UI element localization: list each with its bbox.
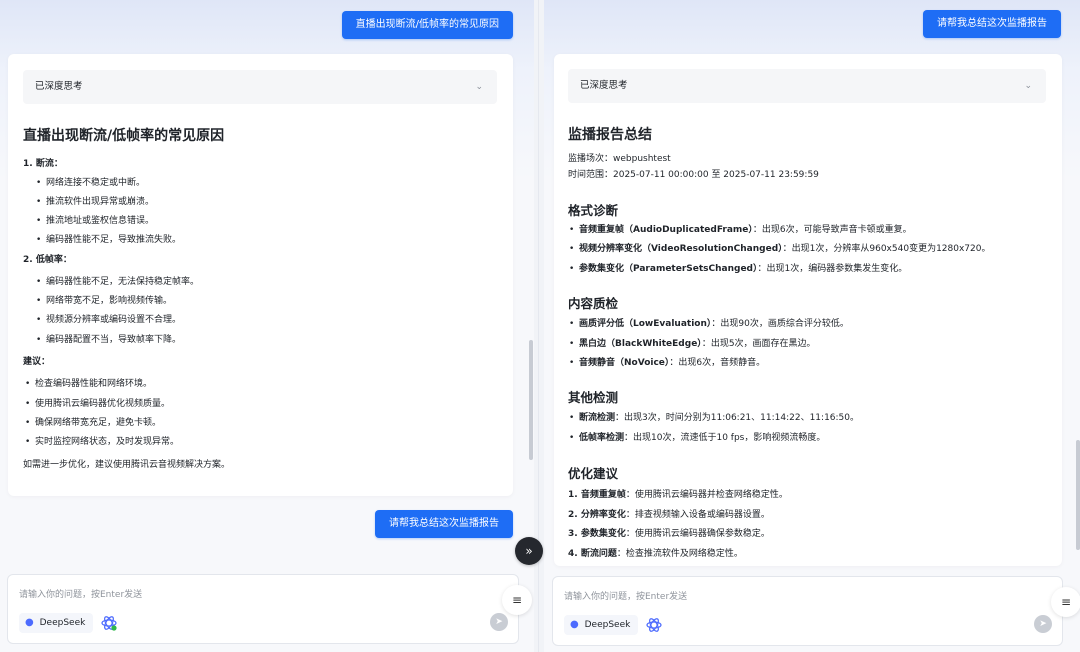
item-label: 画质评分低（LowEvaluation） [579,319,712,329]
item-text: ：出现3次，时间分别为11:06:21、11:14:22、11:16:50。 [615,413,860,423]
thinking-label: 已深度思考 [580,80,628,91]
item-text: ：出现6次，可能导致声音卡顿或重复。 [752,225,912,235]
chat-input-box[interactable]: 请输入你的问题，按Enter发送 ● DeepSeek ➤ [7,574,519,644]
meta-line: 时间范围：2025-07-11 00:00:00 至 2025-07-11 23… [568,170,819,180]
item-label: 1. 音频重复帧 [568,490,626,500]
item-label: 音频重复帧（AudioDuplicatedFrame） [579,225,753,235]
chat-input-box[interactable]: 请输入你的问题，按Enter发送 ● DeepSeek ➤ [552,576,1063,646]
chat-input-placeholder[interactable]: 请输入你的问题，按Enter发送 [19,587,142,600]
section-list-item: 4. 断流问题：检查推流软件及网络稳定性。 [568,548,743,560]
answer-list-item: 编码器性能不足，无法保持稳定帧率。 [36,276,199,288]
answer-list-item: 推流软件出现异常或崩溃。 [36,196,154,208]
answer-list-item: 网络带宽不足，影响视频传输。 [36,295,172,307]
item-label: 黑白边（BlackWhiteEdge） [579,339,702,349]
item-label: 2. 分辨率变化 [568,510,626,520]
deepseek-logo-icon: ● [25,617,34,628]
answer-list-item: 如需进一步优化，建议使用腾讯云音视频解决方案。 [23,460,231,470]
answer-list-item: 确保网络带宽充足，避免卡顿。 [25,417,161,429]
section-list-item: 音频静音（NoVoice）：出现6次，音频静音。 [569,357,766,369]
chevrons-down-icon[interactable]: » [515,537,543,565]
user-message-bubble[interactable]: 直播出现断流/低帧率的常见原因 [341,11,513,39]
model-selector[interactable]: ● DeepSeek [564,615,639,635]
section-list-item: 黑白边（BlackWhiteEdge）：出现5次，画面存在黑边。 [569,338,816,350]
next-user-message-bubble[interactable]: 请帮我总结这次监播报告 [375,510,513,538]
model-name: DeepSeek [39,618,86,628]
answer-list-item: 使用腾讯云编码器优化视频质量。 [25,398,170,410]
answer-card: 已深度思考 ⌄ 直播出现断流/低帧率的常见原因 1. 断流： 网络连接不稳定或中断… [8,54,513,496]
deepseek-logo-icon: ● [570,619,579,630]
menu-icon[interactable]: ≡ [502,585,532,615]
answer-title: 直播出现断流/低帧率的常见原因 [23,128,225,144]
item-text: ：出现1次，分辨率从960x540变更为1280x720。 [782,244,991,254]
item-label: 3. 参数集变化 [568,529,626,539]
user-message-bubble[interactable]: 请帮我总结这次监播报告 [923,10,1061,38]
section-list-item: 3. 参数集变化：使用腾讯云编码器确保参数稳定。 [568,528,770,540]
section-list-item: 音频重复帧（AudioDuplicatedFrame）：出现6次，可能导致声音卡… [569,224,912,236]
model-selector[interactable]: ● DeepSeek [19,613,94,633]
answer-list-item: 编码器配置不当，导致帧率下降。 [36,334,181,346]
left-chat-pane: 直播出现断流/低帧率的常见原因 已深度思考 ⌄ 直播出现断流/低帧率的常见原因 … [0,0,534,652]
answer-list-item: 检查编码器性能和网络环境。 [25,378,152,390]
item-label: 断流检测 [579,413,616,423]
item-text: ：出现5次，画面存在黑边。 [701,339,816,349]
section-list-item: 低帧率检测：出现10次，流速低于10 fps，影响视频流畅度。 [569,432,826,444]
item-label: 音频静音（NoVoice） [579,358,670,368]
section-title: 优化建议 [568,466,619,481]
section-list-item: 画质评分低（LowEvaluation）：出现90次，画质综合评分较低。 [569,318,849,330]
answer-list-item: 实时监控网络状态，及时发现异常。 [25,436,179,448]
send-icon[interactable]: ➤ [490,613,508,631]
meta-line: 监播场次：webpushtest [568,154,671,164]
section-list-item: 1. 音频重复帧：使用腾讯云编码器并检查网络稳定性。 [568,489,788,501]
section-title: 格式诊断 [568,203,619,218]
item-text: ：排查视频输入设备或编码器设置。 [625,510,770,520]
item-label: 4. 断流问题 [568,549,617,559]
chat-input-placeholder[interactable]: 请输入你的问题，按Enter发送 [564,589,687,602]
item-text: ：使用腾讯云编码器确保参数稳定。 [625,529,770,539]
item-label: 参数集变化（ParameterSetsChanged） [579,264,758,274]
item-text: ：出现6次，音频静音。 [669,358,766,368]
item-text: ：出现10次，流速低于10 fps，影响视频流畅度。 [624,433,826,443]
item-label: 低帧率检测 [579,433,625,443]
section-list-item: 视频分辨率变化（VideoResolutionChanged）：出现1次，分辨率… [569,243,991,255]
answer-list-item: 推流地址或鉴权信息错误。 [36,215,154,227]
atom-icon[interactable] [645,616,663,634]
answer-list-item: 编码器性能不足，导致推流失败。 [36,234,181,246]
item-text: ：出现1次，编码器参数集发生变化。 [757,264,908,274]
thinking-label: 已深度思考 [35,81,83,92]
answer-heading-line: 1. 断流： [23,159,63,169]
answer-heading-line: 建议： [23,357,51,367]
answer-title: 监播报告总结 [568,127,652,143]
model-name: DeepSeek [584,620,631,630]
send-icon[interactable]: ➤ [1034,615,1052,633]
item-text: ：出现90次，画质综合评分较低。 [711,319,849,329]
chevron-down-icon: ⌄ [475,82,483,92]
item-text: ：使用腾讯云编码器并检查网络稳定性。 [625,490,788,500]
scrollbar-thumb[interactable] [1076,440,1080,550]
scrollbar-thumb[interactable] [529,340,533,460]
section-title: 其他检测 [568,390,619,405]
section-title: 内容质检 [568,296,619,311]
item-label: 视频分辨率变化（VideoResolutionChanged） [579,244,783,254]
answer-card: 已深度思考 ⌄ 监播报告总结 监播场次：webpushtest 时间范围：202… [554,54,1062,566]
thinking-toggle[interactable]: 已深度思考 ⌄ [23,70,497,104]
atom-icon[interactable] [100,614,118,632]
section-list-item: 参数集变化（ParameterSetsChanged）：出现1次，编码器参数集发… [569,263,908,275]
section-list-item: 断流检测：出现3次，时间分别为11:06:21、11:14:22、11:16:5… [569,412,860,424]
answer-heading-line: 2. 低帧率： [23,255,72,265]
menu-icon[interactable]: ≡ [1051,587,1080,617]
right-chat-pane: 请帮我总结这次监播报告 已深度思考 ⌄ 监播报告总结 监播场次：webpusht… [544,0,1080,652]
thinking-toggle[interactable]: 已深度思考 ⌄ [568,69,1046,103]
section-list-item: 2. 分辨率变化：排查视频输入设备或编码器设置。 [568,509,770,521]
answer-list-item: 网络连接不稳定或中断。 [36,177,145,189]
item-text: ：检查推流软件及网络稳定性。 [616,549,743,559]
answer-list-item: 视频源分辨率或编码设置不合理。 [36,314,181,326]
chevron-down-icon: ⌄ [1024,81,1032,91]
